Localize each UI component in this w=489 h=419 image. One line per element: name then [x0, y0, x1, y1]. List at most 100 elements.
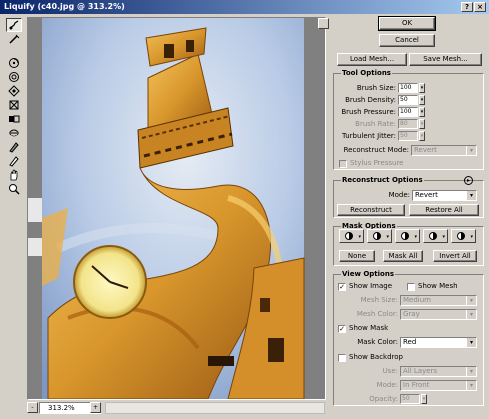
load-mesh-button[interactable]: Load Mesh... [337, 53, 407, 66]
brush-size-spinner[interactable]: ▾ [419, 83, 425, 93]
backdrop-use-value: All Layers [403, 367, 438, 375]
show-backdrop-label: Show Backdrop [349, 353, 404, 361]
zoom-out-button[interactable]: - [27, 402, 38, 413]
chevron-down-icon: ▾ [466, 381, 476, 390]
reconstruct-mode-value: Revert [414, 146, 437, 154]
view-options-title: View Options [341, 270, 396, 278]
freeze-mask-icon[interactable] [6, 140, 22, 154]
brush-density-spinner[interactable]: ▾ [419, 95, 425, 105]
preview-canvas[interactable] [27, 17, 326, 400]
mask-color-label: Mask Color: [357, 338, 398, 346]
show-mask-checkbox[interactable]: ✓ [338, 325, 346, 333]
mode-label: Mode: [388, 191, 410, 199]
opacity-label: Opacity: [369, 395, 398, 403]
mask-color-value: Red [403, 338, 417, 346]
scroll-up-button[interactable] [318, 18, 329, 29]
thaw-mask-icon[interactable] [6, 154, 22, 168]
chevron-down-icon: ▾ [466, 367, 476, 376]
show-image-label: Show Image [349, 282, 393, 290]
cancel-button[interactable]: Cancel [379, 34, 435, 47]
mask-subtract-arrow: ▾ [414, 234, 417, 240]
mask-invert-arrow: ▾ [470, 234, 473, 240]
show-mesh-checkbox[interactable] [407, 283, 415, 291]
tool-options-title: Tool Options [341, 69, 392, 77]
show-mesh-label: Show Mesh [418, 282, 458, 290]
warp-tool-icon[interactable] [6, 18, 22, 32]
brush-density-label: Brush Density: [345, 96, 396, 104]
reconstruct-button[interactable]: Reconstruct [337, 204, 405, 216]
reconstruct-mode-label: Reconstruct Mode: [343, 146, 409, 154]
shift-pixels-icon[interactable] [6, 112, 22, 126]
ok-button[interactable]: OK [378, 16, 436, 31]
reconstruct-mode-select: Revert ▾ [411, 145, 477, 156]
turbulent-jitter-label: Turbulent Jitter: [342, 132, 396, 140]
brush-pressure-spinner[interactable]: ▾ [419, 107, 425, 117]
reconstruct-tool-icon[interactable] [6, 32, 22, 46]
stylus-pressure-checkbox [339, 160, 347, 168]
chevron-down-icon: ▾ [466, 296, 476, 305]
mask-intersect-icon [429, 232, 437, 240]
chevron-down-icon: ▾ [466, 191, 476, 200]
save-mesh-button[interactable]: Save Mesh... [409, 53, 482, 66]
bloat-icon[interactable] [6, 98, 22, 112]
show-image-checkbox[interactable]: ✓ [338, 283, 346, 291]
mask-color-select[interactable]: Red ▾ [400, 337, 477, 348]
reconstruct-mode-dropdown[interactable]: Revert ▾ [412, 190, 477, 201]
mask-subtract-icon [401, 232, 409, 240]
backdrop-mode-label: Mode: [376, 381, 398, 389]
info-circle-icon[interactable]: ▸ [464, 176, 473, 185]
twirl-ccw-icon[interactable] [6, 70, 22, 84]
toolbox [4, 16, 26, 195]
mesh-color-label: Mesh Color: [356, 310, 398, 318]
brush-rate-label: Brush Rate: [355, 120, 396, 128]
mask-intersect-arrow: ▾ [442, 234, 445, 240]
mask-invert-icon [457, 232, 465, 240]
horizontal-scrollbar[interactable] [105, 402, 325, 414]
stylus-pressure-label: Stylus Pressure [350, 159, 404, 167]
pucker-icon[interactable] [6, 84, 22, 98]
status-bar: - 313.2% + [27, 401, 326, 415]
help-button[interactable]: ? [461, 2, 473, 12]
reconstruct-options-title: Reconstruct Options [341, 176, 424, 184]
twirl-cw-icon[interactable] [6, 56, 22, 70]
mesh-size-value: Medium [403, 296, 431, 304]
mesh-color-select: Gray ▾ [400, 309, 477, 320]
zoom-icon[interactable] [6, 182, 22, 196]
brush-size-label: Brush Size: [356, 84, 396, 92]
chevron-down-icon: ▾ [466, 310, 476, 319]
mesh-size-label: Mesh Size: [360, 296, 398, 304]
brush-rate-spinner: ▾ [419, 119, 425, 129]
turbulent-jitter-field: 50 [398, 131, 418, 141]
brush-pressure-label: Brush Pressure: [341, 108, 396, 116]
mask-all-button[interactable]: Mask All [383, 250, 423, 262]
backdrop-use-select: All Layers ▾ [400, 366, 477, 377]
turbulent-jitter-spinner: ▾ [419, 131, 425, 141]
hand-icon[interactable] [6, 168, 22, 182]
invert-mask-button[interactable]: ▾ [451, 229, 476, 243]
mask-replace-arrow: ▾ [358, 234, 361, 240]
window-title: Liquify (c40.jpg @ 313.2%) [4, 2, 125, 11]
subtract-from-mask-button[interactable]: ▾ [395, 229, 420, 243]
brush-density-field[interactable]: 50 [398, 95, 418, 105]
show-backdrop-checkbox[interactable] [338, 354, 346, 362]
reconstruct-mode-dropdown-value: Revert [415, 191, 438, 199]
reflection-icon[interactable] [6, 126, 22, 140]
brush-size-field[interactable]: 100 [398, 83, 418, 93]
zoom-in-button[interactable]: + [90, 402, 101, 413]
close-button[interactable]: × [474, 2, 486, 12]
chevron-down-icon: ▾ [466, 146, 476, 155]
invert-all-button[interactable]: Invert All [433, 250, 477, 262]
restore-all-button[interactable]: Restore All [409, 204, 479, 216]
mask-replace-icon [345, 232, 353, 240]
intersect-mask-button[interactable]: ▾ [423, 229, 448, 243]
mask-none-button[interactable]: None [339, 250, 375, 262]
opacity-field: 50 [400, 394, 420, 404]
add-to-mask-button[interactable]: ▾ [367, 229, 392, 243]
mask-add-icon [373, 232, 381, 240]
mesh-color-value: Gray [403, 310, 420, 318]
brush-rate-field: 80 [398, 119, 418, 129]
brush-pressure-field[interactable]: 100 [398, 107, 418, 117]
mesh-size-select: Medium ▾ [400, 295, 477, 306]
replace-selection-mask-button[interactable]: ▾ [339, 229, 364, 243]
use-label: Use: [382, 367, 398, 375]
